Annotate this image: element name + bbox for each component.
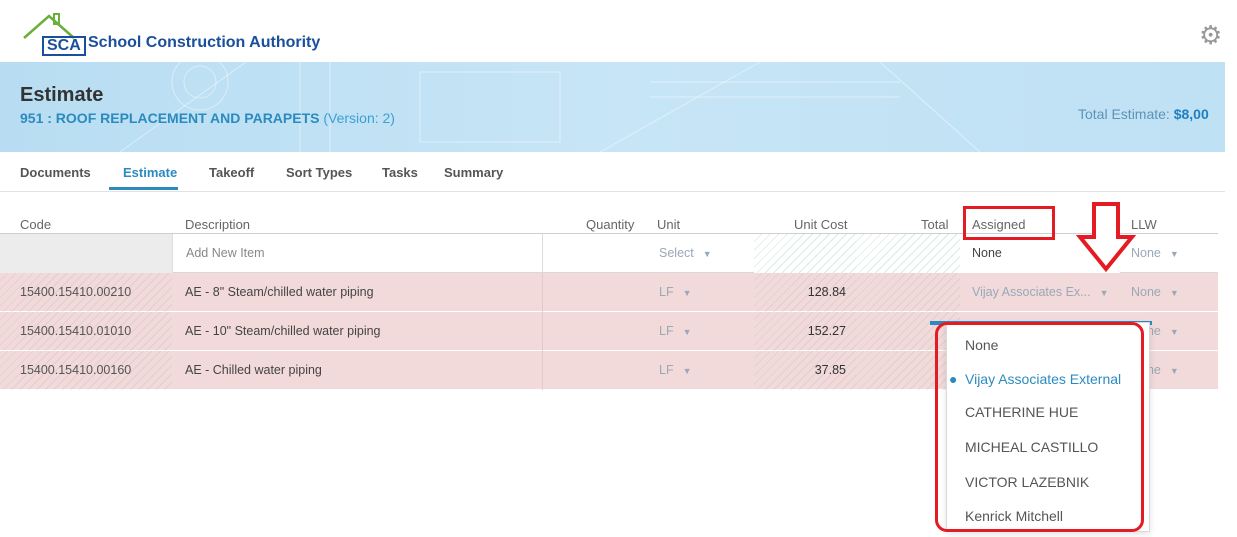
unit-cost-cell: 152.27 xyxy=(754,312,856,351)
total-estimate-value: $8,00 xyxy=(1173,106,1209,122)
down-arrow-icon xyxy=(1076,202,1136,273)
tab-bar: Documents Estimate Takeoff Sort Types Ta… xyxy=(0,152,1225,192)
caret-down-icon: ▼ xyxy=(1169,249,1179,259)
add-quantity-cell[interactable] xyxy=(542,234,644,273)
active-tab-indicator xyxy=(109,187,178,190)
tab-tasks[interactable]: Tasks xyxy=(382,165,418,180)
llw-label: None xyxy=(1131,285,1161,299)
llw-select[interactable]: None ▼ xyxy=(1120,273,1218,312)
right-edge-margin xyxy=(1225,0,1237,537)
total-estimate-label: Total Estimate: xyxy=(1078,106,1170,122)
unit-select[interactable]: LF ▼ xyxy=(644,312,754,351)
sca-logo[interactable]: SCA xyxy=(18,6,86,58)
total-estimate: Total Estimate: $8,00 xyxy=(1078,106,1209,122)
caret-down-icon: ▼ xyxy=(702,249,712,259)
add-unit-select[interactable]: Select ▼ xyxy=(644,234,754,273)
unit-cost-cell: 128.84 xyxy=(754,273,856,312)
unit-label: LF xyxy=(659,324,674,338)
add-unit-cost-cell xyxy=(754,234,856,273)
add-code-cell xyxy=(0,234,172,273)
unit-label: LF xyxy=(659,363,674,377)
caret-down-icon: ▼ xyxy=(682,327,692,337)
col-code[interactable]: Code xyxy=(20,217,51,232)
quantity-cell[interactable] xyxy=(542,351,644,390)
project-name: 951 : ROOF REPLACEMENT AND PARAPETS xyxy=(20,110,320,126)
tab-estimate[interactable]: Estimate xyxy=(123,165,177,180)
add-total-cell xyxy=(856,234,960,273)
caret-down-icon: ▼ xyxy=(1169,327,1179,337)
description-cell[interactable]: AE - 10" Steam/chilled water piping xyxy=(172,312,542,351)
caret-down-icon: ▼ xyxy=(1169,288,1179,298)
top-bar: SCA School Construction Authority ⚙ xyxy=(0,0,1225,62)
col-unit-cost[interactable]: Unit Cost xyxy=(794,217,847,232)
project-title: 951 : ROOF REPLACEMENT AND PARAPETS (Ver… xyxy=(20,110,395,126)
gear-icon[interactable]: ⚙ xyxy=(1199,22,1225,48)
tab-takeoff[interactable]: Takeoff xyxy=(209,165,254,180)
tab-documents[interactable]: Documents xyxy=(20,165,91,180)
add-item-input[interactable]: Add New Item xyxy=(172,234,542,273)
description-cell[interactable]: AE - Chilled water piping xyxy=(172,351,542,390)
logo-acronym: SCA xyxy=(42,36,86,56)
assigned-annotation-box xyxy=(963,206,1055,240)
col-description[interactable]: Description xyxy=(185,217,250,232)
col-total[interactable]: Total xyxy=(921,217,948,232)
page-title: Estimate xyxy=(20,84,104,106)
assigned-label: Vijay Associates Ex... xyxy=(972,285,1091,299)
quantity-cell[interactable] xyxy=(542,273,644,312)
quantity-cell[interactable] xyxy=(542,312,644,351)
assigned-select[interactable]: Vijay Associates Ex... ▼ xyxy=(960,273,1120,312)
unit-cost-cell: 37.85 xyxy=(754,351,856,390)
col-unit[interactable]: Unit xyxy=(657,217,680,232)
table-row[interactable]: 15400.15410.00210 AE - 8" Steam/chilled … xyxy=(0,273,1218,312)
col-quantity[interactable]: Quantity xyxy=(586,217,634,232)
total-cell xyxy=(856,273,960,312)
caret-down-icon: ▼ xyxy=(682,366,692,376)
org-name: School Construction Authority xyxy=(88,34,321,51)
unit-select[interactable]: LF ▼ xyxy=(644,351,754,390)
code-cell: 15400.15410.00210 xyxy=(0,273,172,312)
caret-down-icon: ▼ xyxy=(1099,288,1109,298)
blueprint-background xyxy=(119,62,981,152)
project-version: (Version: 2) xyxy=(323,110,395,126)
dropdown-annotation-frame xyxy=(935,322,1144,532)
caret-down-icon: ▼ xyxy=(1169,366,1179,376)
unit-label: LF xyxy=(659,285,674,299)
unit-select[interactable]: LF ▼ xyxy=(644,273,754,312)
estimate-banner: Estimate 951 : ROOF REPLACEMENT AND PARA… xyxy=(0,62,1225,152)
unit-select-label: Select xyxy=(659,246,694,260)
code-cell: 15400.15410.00160 xyxy=(0,351,172,390)
tab-sort-types[interactable]: Sort Types xyxy=(286,165,352,180)
code-cell: 15400.15410.01010 xyxy=(0,312,172,351)
tab-summary[interactable]: Summary xyxy=(444,165,503,180)
caret-down-icon: ▼ xyxy=(682,288,692,298)
description-cell[interactable]: AE - 8" Steam/chilled water piping xyxy=(172,273,542,312)
